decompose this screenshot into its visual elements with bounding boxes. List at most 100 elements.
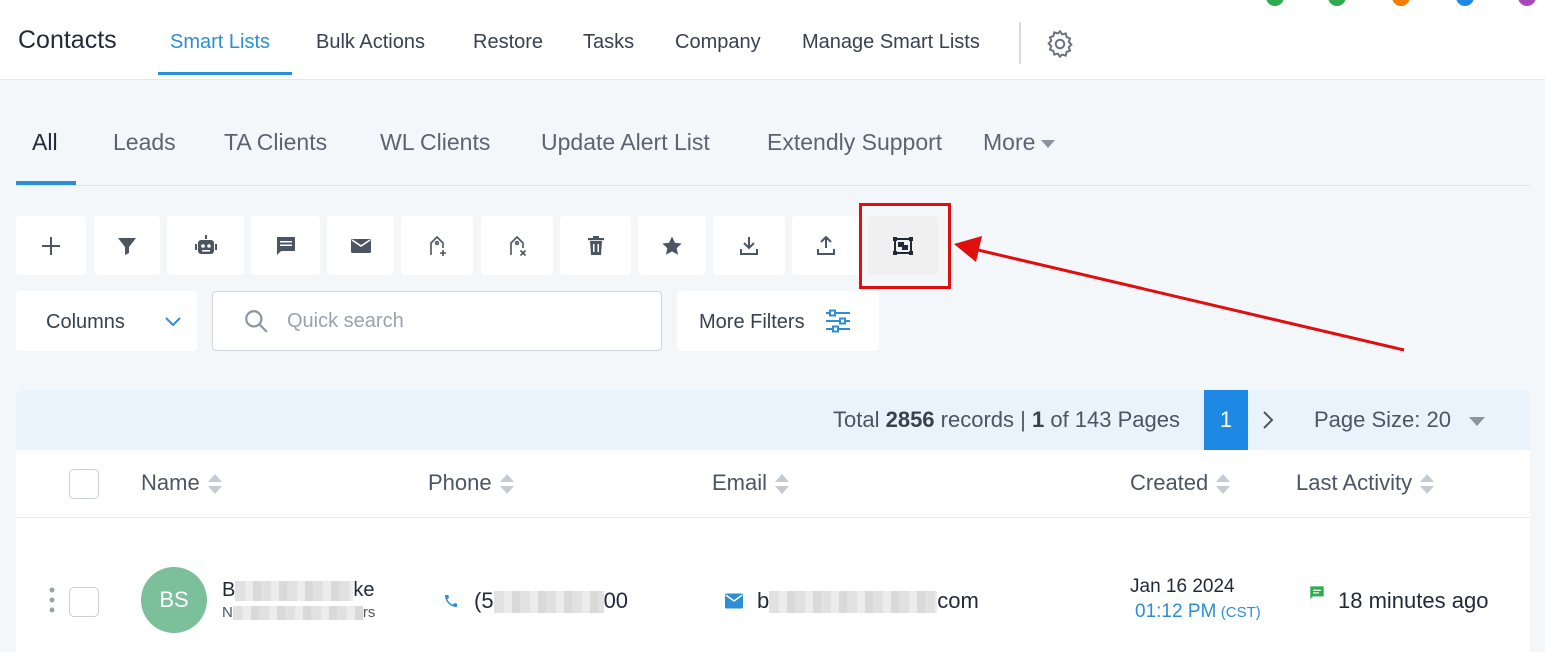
nav-restore[interactable]: Restore [473,31,543,54]
tag-add-icon [430,235,446,256]
add-tag-button[interactable] [401,216,473,275]
delete-button[interactable] [560,216,631,275]
send-sms-button[interactable] [251,216,320,275]
column-header-last-activity[interactable]: Last Activity [1296,470,1436,496]
contact-email-start: b [757,588,770,613]
download-icon [740,236,758,255]
page-size-label: Page Size: 20 [1314,407,1451,432]
robot-icon [194,234,217,254]
gear-icon[interactable] [1044,28,1076,60]
contact-phone[interactable]: (5 00 [474,588,628,614]
contact-subtitle: Nrs [222,604,375,621]
nav-tasks[interactable]: Tasks [583,31,634,54]
message-icon [276,236,295,255]
add-contact-button[interactable] [16,216,86,275]
tabs-divider [16,185,1530,186]
last-activity: 18 minutes ago [1338,588,1489,613]
active-tab-underline [16,181,76,185]
records-word: records | [934,407,1032,432]
tab-all[interactable]: All [32,129,58,156]
import-button[interactable] [713,216,785,275]
contact-name-start: B [222,579,236,601]
column-header-name[interactable]: Name [141,470,224,496]
created-time: 01:12 PM (CST) [1135,601,1261,623]
search-input[interactable] [287,306,647,336]
tab-extendly-support[interactable]: Extendly Support [767,129,942,156]
tab-wl-clients[interactable]: WL Clients [380,129,490,156]
current-page-text: 1 [1031,407,1045,432]
star-icon [662,236,682,255]
column-last-activity-label: Last Activity [1296,470,1413,495]
nav-smart-lists[interactable]: Smart Lists [170,31,270,54]
contact-subtitle-end: rs [362,604,376,621]
contact-name-end: ke [353,579,375,601]
sort-icon [499,474,514,495]
column-header-email[interactable]: Email [712,470,791,496]
tab-ta-clients[interactable]: TA Clients [224,129,327,156]
sort-icon [775,474,790,495]
row-checkbox[interactable] [69,587,99,617]
columns-dropdown[interactable]: Columns [16,291,197,351]
redacted-text [769,591,938,614]
contact-subtitle-start: N [222,604,233,621]
more-filters-label: More Filters [699,311,805,333]
chevron-down-icon [165,317,181,327]
email-icon [725,593,743,609]
page-size-dropdown[interactable]: Page Size: 20 [1314,407,1485,433]
message-icon [1310,586,1324,599]
contact-phone-end: 00 [603,588,629,613]
tab-more[interactable]: More [983,129,1056,156]
status-dot [1518,0,1536,6]
column-header-created[interactable]: Created [1130,470,1232,496]
page-1-button[interactable]: 1 [1204,390,1248,450]
more-filters-button[interactable]: More Filters [677,291,879,351]
send-email-button[interactable] [327,216,394,275]
created-timezone: (CST) [1220,604,1261,621]
search-icon [245,310,268,333]
nav-manage-smart-lists[interactable]: Manage Smart Lists [802,31,980,54]
redacted-text [235,580,354,601]
favorite-button[interactable] [638,216,706,275]
total-prefix: Total [833,407,886,432]
page-title: Contacts [18,26,117,54]
redacted-text [493,591,604,614]
avatar: BS [141,567,207,633]
tab-more-label: More [983,129,1036,155]
trash-icon [587,235,604,255]
phone-icon [445,595,457,607]
nav-company[interactable]: Company [675,31,761,54]
export-button[interactable] [792,216,860,275]
table-header: Name Phone Email Created Last Activity [16,450,1530,518]
pagination-bar: Total 2856 records | 1 of 143 Pages 1 Pa… [16,390,1530,450]
filter-button[interactable] [94,216,160,275]
column-created-label: Created [1130,470,1209,495]
sort-icon [1216,474,1231,495]
tab-leads[interactable]: Leads [113,129,176,156]
workflow-button[interactable] [167,216,244,275]
chevron-right-icon[interactable] [1260,408,1276,432]
tab-update-alert-list[interactable]: Update Alert List [541,129,710,156]
redacted-text [232,606,363,621]
remove-tag-button[interactable] [481,216,553,275]
filter-icon [118,237,136,255]
top-navigation: Contacts Smart Lists Bulk Actions Restor… [0,0,1545,80]
nav-divider [1019,22,1021,64]
contact-name[interactable]: Bke [222,579,374,602]
status-dot [1392,0,1410,6]
plus-icon [42,236,60,255]
status-dot [1266,0,1284,6]
column-header-phone[interactable]: Phone [428,470,516,496]
contact-email[interactable]: b com [757,588,979,614]
records-summary: Total 2856 records | 1 of 143 Pages [833,407,1180,433]
annotation-arrow [954,236,1405,352]
sort-icon [207,474,222,495]
drag-handle-icon[interactable] [49,587,55,613]
select-all-checkbox[interactable] [69,469,99,499]
created-date: Jan 16 2024 [1130,576,1235,597]
nav-bulk-actions[interactable]: Bulk Actions [316,31,425,54]
status-dot [1456,0,1474,6]
active-nav-underline [158,72,292,75]
status-dot [1328,0,1346,6]
column-phone-label: Phone [428,470,492,495]
email-icon [350,238,371,253]
